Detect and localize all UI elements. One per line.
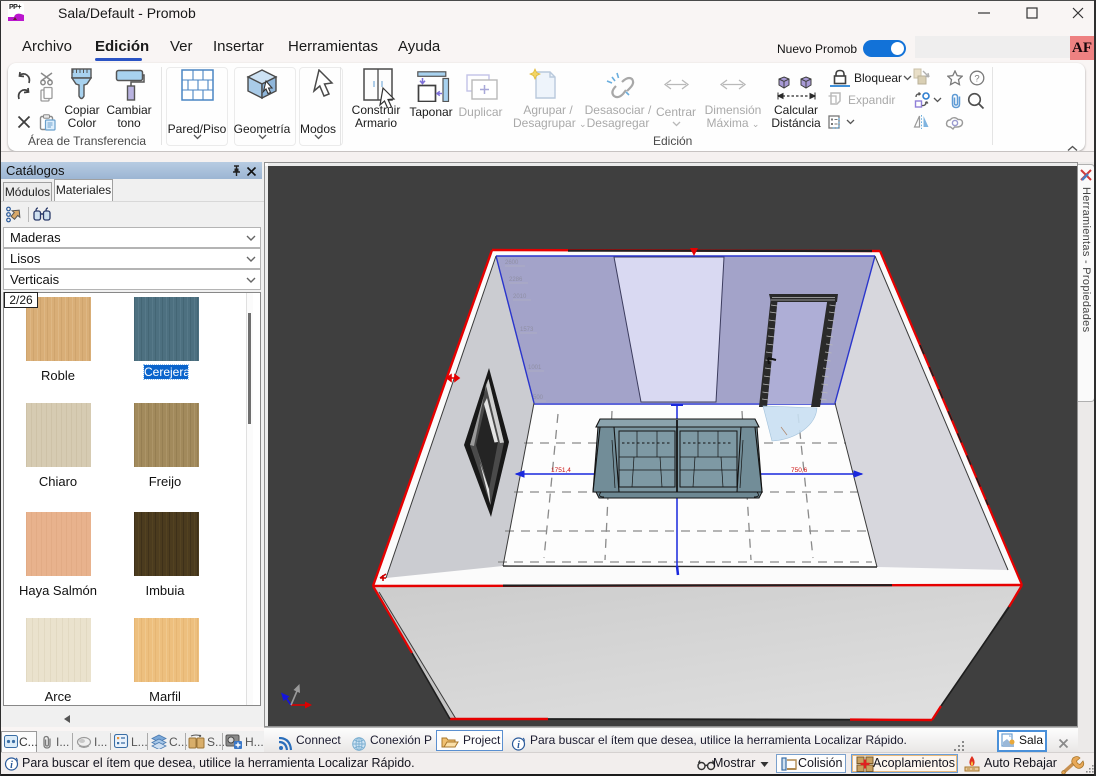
svg-text:1751,4: 1751,4 bbox=[551, 467, 571, 474]
svg-text:1573: 1573 bbox=[520, 327, 534, 333]
svg-text:i: i bbox=[10, 760, 13, 771]
svg-text:2010: 2010 bbox=[513, 294, 527, 300]
svg-text:500: 500 bbox=[533, 395, 544, 401]
svg-text:2286: 2286 bbox=[509, 277, 523, 283]
svg-text:i: i bbox=[517, 740, 520, 751]
svg-text:1001: 1001 bbox=[528, 365, 542, 371]
svg-text:750,6: 750,6 bbox=[791, 467, 808, 474]
svg-text:2600: 2600 bbox=[505, 260, 519, 266]
svg-text:?: ? bbox=[974, 73, 979, 84]
